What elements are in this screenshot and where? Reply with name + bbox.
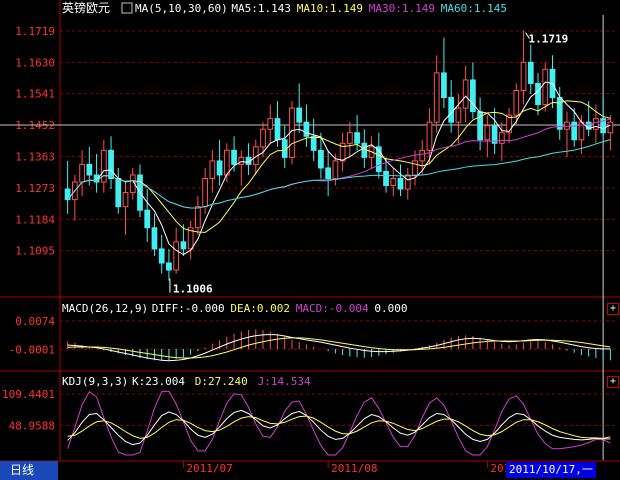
candle <box>426 121 433 151</box>
macd-indicator-label: MACD(26,12,9) <box>62 302 148 315</box>
price-tick-label: 1.1273 <box>15 182 55 195</box>
ma30-line <box>67 118 611 209</box>
candle <box>158 248 165 264</box>
candle <box>180 241 187 250</box>
kdj-legend-entry: J:14.534 <box>258 375 311 388</box>
candle <box>390 178 397 187</box>
kdj-tick-label: 48.9588 <box>9 419 55 432</box>
candle <box>318 149 324 169</box>
candle <box>267 118 274 130</box>
price-tick-label: 1.1184 <box>15 213 55 226</box>
candle <box>535 82 541 106</box>
kdj-indicator-label: KDJ(9,3,3) <box>62 375 128 388</box>
ma-legend-entry: MA5:1.143 <box>231 2 291 15</box>
candle <box>346 132 353 144</box>
candle <box>296 107 303 123</box>
x-tick-label: 2011/07 <box>186 462 232 475</box>
candle <box>202 178 208 208</box>
candle <box>404 174 411 190</box>
candle <box>484 125 491 141</box>
candle <box>209 160 216 180</box>
candle <box>173 241 180 271</box>
candle <box>498 132 505 144</box>
candle <box>520 61 527 91</box>
candle <box>108 149 114 180</box>
candle <box>462 79 469 109</box>
macd-tick-label: 0.0074 <box>15 315 55 328</box>
candle <box>79 163 85 183</box>
macd-legend-entry: DIFF:-0.000 <box>152 302 225 315</box>
macd-legend-entry: 0.000 <box>374 302 407 315</box>
candle <box>383 170 389 187</box>
ma-toggle-icon <box>121 2 133 14</box>
price-tick-label: 1.1095 <box>15 245 55 258</box>
candle <box>593 118 599 130</box>
chart-canvas[interactable]: 1.17191.16301.15411.14521.13631.12731.11… <box>0 0 620 480</box>
ma-legend-entry: MA30:1.149 <box>369 2 435 15</box>
macd-expand-button[interactable]: + <box>607 303 619 315</box>
x-tick-label: 2011/08 <box>331 462 377 475</box>
candle <box>231 149 237 165</box>
candle <box>332 160 339 180</box>
ma-indicator-label: MA(5,10,30,60) <box>135 2 228 15</box>
candle <box>354 132 360 144</box>
kdj-legend-entry: K:23.004 <box>132 375 185 388</box>
candle <box>238 156 245 165</box>
candle <box>433 72 440 123</box>
ma5-line <box>67 81 611 256</box>
price-tick-label: 1.1541 <box>15 88 55 101</box>
candle <box>607 121 614 134</box>
macd-legend-entry: MACD:-0.004 <box>296 302 369 315</box>
candle <box>455 107 462 123</box>
candle <box>216 160 223 176</box>
kdj-expand-button[interactable]: + <box>607 376 619 388</box>
macd-tick-label: -0.0001 <box>9 343 55 356</box>
ma-legend-entry: MA60:1.145 <box>441 2 507 15</box>
ma-legend-entry: MA10:1.149 <box>297 2 363 15</box>
candle <box>448 97 455 123</box>
price-tick-label: 1.1719 <box>15 25 55 38</box>
instrument-name: 英镑欧元 <box>62 0 110 15</box>
candle <box>412 160 418 176</box>
candle <box>310 135 317 151</box>
macd-dea-line <box>67 337 611 359</box>
low-price-label: 1.1006 <box>173 283 213 296</box>
candle <box>86 163 93 176</box>
candle <box>166 262 172 271</box>
candle <box>470 79 476 113</box>
candle <box>260 128 266 148</box>
candle <box>223 149 230 176</box>
high-price-label: 1.1719 <box>529 33 569 46</box>
candle <box>513 89 520 116</box>
candle <box>144 209 151 229</box>
candle <box>441 72 447 99</box>
kdj-tick-label: 109.4401 <box>2 388 55 401</box>
candle <box>151 227 158 250</box>
price-tick-label: 1.1363 <box>15 150 55 163</box>
macd-legend-entry: DEA:0.002 <box>230 302 290 315</box>
candle <box>571 121 578 141</box>
ma60-line <box>67 139 611 209</box>
kdj-legend-entry: D:27.240 <box>195 375 248 388</box>
candle <box>325 167 332 180</box>
period-tab-daily[interactable]: 日线 <box>0 461 58 480</box>
candle <box>397 178 404 190</box>
candle <box>303 121 310 137</box>
candle <box>542 68 549 106</box>
candle <box>527 61 534 84</box>
kdj-j-line <box>67 390 611 456</box>
candle <box>564 121 570 130</box>
candle <box>274 118 281 141</box>
candle <box>115 178 122 208</box>
macd-diff-line <box>67 334 611 362</box>
candle <box>195 206 201 229</box>
candle <box>419 149 426 162</box>
price-tick-label: 1.1630 <box>15 56 55 69</box>
candle <box>122 192 129 208</box>
kdj-d-line <box>67 415 611 439</box>
cursor-date-label: 2011/10/17,一 <box>506 462 596 478</box>
